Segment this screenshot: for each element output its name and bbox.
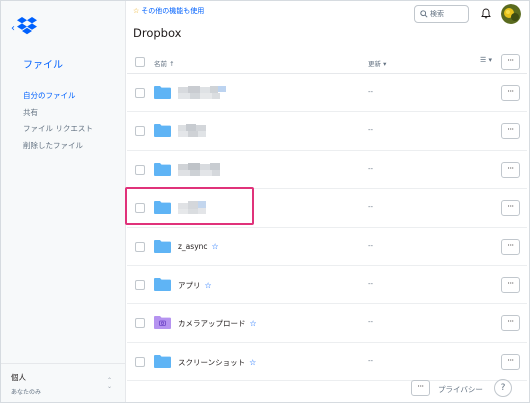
row-more-button[interactable]: ··· xyxy=(501,161,520,178)
row-name-label: カメラアップロード xyxy=(178,319,246,329)
row-checkbox[interactable] xyxy=(135,88,145,98)
row-name[interactable]: カメラアップロード ☆ xyxy=(178,318,257,329)
sidebar-item-my-files[interactable]: 自分のファイル xyxy=(23,88,93,105)
table-row[interactable]: -- ··· xyxy=(127,112,527,151)
promo-label: その他の機能も使用 xyxy=(141,7,205,15)
promo-link[interactable]: ☆ その他の機能も使用 xyxy=(133,6,204,16)
row-checkbox[interactable] xyxy=(135,279,145,290)
folder-icon xyxy=(154,354,171,368)
highlight-box xyxy=(125,187,254,225)
dropbox-logo-icon[interactable] xyxy=(11,17,41,37)
updown-chevron-icon: ⌃ ⌄ xyxy=(106,377,112,390)
folder-icon xyxy=(154,124,171,138)
account-subtitle: あなたのみ xyxy=(11,389,42,396)
row-more-button[interactable]: ··· xyxy=(501,85,520,101)
view-toggle[interactable]: ☰ ▾ xyxy=(480,56,492,64)
row-name[interactable]: z_async ☆ xyxy=(178,242,219,251)
row-modified: -- xyxy=(368,203,374,212)
row-more-button[interactable]: ··· xyxy=(501,353,520,370)
sidebar-item-deleted-files[interactable]: 削除したファイル xyxy=(23,138,93,155)
search-icon xyxy=(420,10,428,18)
privacy-link[interactable]: プライバシー xyxy=(438,384,483,395)
sidebar-nav: 自分のファイル 共有 ファイル リクエスト 削除したファイル xyxy=(23,88,93,154)
star-icon[interactable]: ☆ xyxy=(212,242,219,251)
row-checkbox[interactable] xyxy=(135,318,145,329)
row-more-button[interactable]: ··· xyxy=(501,315,520,332)
folder-icon xyxy=(154,277,171,291)
row-name[interactable]: スクリーンショット ☆ xyxy=(178,357,256,368)
account-switcher[interactable]: 個人 あなたのみ ⌃ ⌄ xyxy=(1,363,125,402)
row-name[interactable]: アプリ ☆ xyxy=(178,280,212,291)
file-list-header: 名前 ↑ 更新 ▾ ☰ ▾ ··· xyxy=(127,50,527,74)
row-checkbox[interactable] xyxy=(135,241,145,252)
sidebar-item-shared[interactable]: 共有 xyxy=(23,105,93,122)
header-more-button[interactable]: ··· xyxy=(501,54,520,70)
blurred-name xyxy=(178,124,206,138)
page-title: Dropbox xyxy=(133,26,182,40)
blurred-name xyxy=(178,162,220,176)
row-checkbox[interactable] xyxy=(135,126,145,137)
help-button[interactable]: ? xyxy=(494,379,512,397)
column-updated-sort[interactable]: 更新 ▾ xyxy=(368,58,386,68)
row-modified: -- xyxy=(368,126,374,135)
avatar[interactable] xyxy=(501,4,521,24)
column-name-sort[interactable]: 名前 ↑ xyxy=(154,58,175,68)
table-row[interactable]: -- ··· xyxy=(127,151,527,190)
account-name: 個人 xyxy=(11,373,26,382)
folder-icon xyxy=(154,162,171,176)
bell-icon[interactable] xyxy=(481,8,491,19)
row-modified: -- xyxy=(368,88,374,96)
table-row[interactable]: z_async ☆ -- ··· xyxy=(127,228,527,266)
camera-folder-icon xyxy=(154,316,171,330)
star-icon[interactable]: ☆ xyxy=(205,281,212,290)
row-more-button[interactable]: ··· xyxy=(501,123,520,140)
blurred-name xyxy=(178,86,226,99)
row-more-button[interactable]: ··· xyxy=(501,238,520,255)
row-name-label: アプリ xyxy=(178,280,201,290)
search-placeholder: 検索 xyxy=(430,10,444,18)
row-name-label: z_async xyxy=(178,241,208,251)
sidebar: ‹ ファイル 自分のファイル 共有 ファイル リクエスト 削除したファイル 個人… xyxy=(1,1,126,402)
table-row[interactable]: -- ··· xyxy=(127,74,527,113)
row-more-button[interactable]: ··· xyxy=(501,200,520,217)
row-more-button[interactable]: ··· xyxy=(501,276,520,293)
star-icon[interactable]: ☆ xyxy=(250,319,257,328)
file-list: -- ··· -- ··· -- ··· -- ··· z_async ☆ --… xyxy=(127,74,527,382)
table-row[interactable]: スクリーンショット ☆ -- ··· xyxy=(127,343,527,382)
sidebar-files-heading[interactable]: ファイル xyxy=(23,56,63,71)
row-name-label: スクリーンショット xyxy=(178,357,246,367)
table-row[interactable]: カメラアップロード ☆ -- ··· xyxy=(127,304,527,343)
search-input[interactable]: 検索 xyxy=(414,5,469,23)
table-row[interactable]: アプリ ☆ -- ··· xyxy=(127,266,527,305)
row-modified: -- xyxy=(368,164,374,173)
folder-icon xyxy=(154,239,171,253)
row-modified: -- xyxy=(368,241,374,250)
star-outline-icon: ☆ xyxy=(133,7,140,15)
row-checkbox[interactable] xyxy=(135,356,145,367)
row-checkbox[interactable] xyxy=(135,164,145,175)
select-all-checkbox[interactable] xyxy=(135,57,145,67)
row-modified: -- xyxy=(368,356,374,365)
sidebar-item-file-requests[interactable]: ファイル リクエスト xyxy=(23,121,93,138)
row-modified: -- xyxy=(368,318,374,327)
footer-more-button[interactable]: ··· xyxy=(411,380,430,396)
folder-icon xyxy=(154,86,171,99)
row-modified: -- xyxy=(368,279,374,288)
star-icon[interactable]: ☆ xyxy=(249,358,256,367)
